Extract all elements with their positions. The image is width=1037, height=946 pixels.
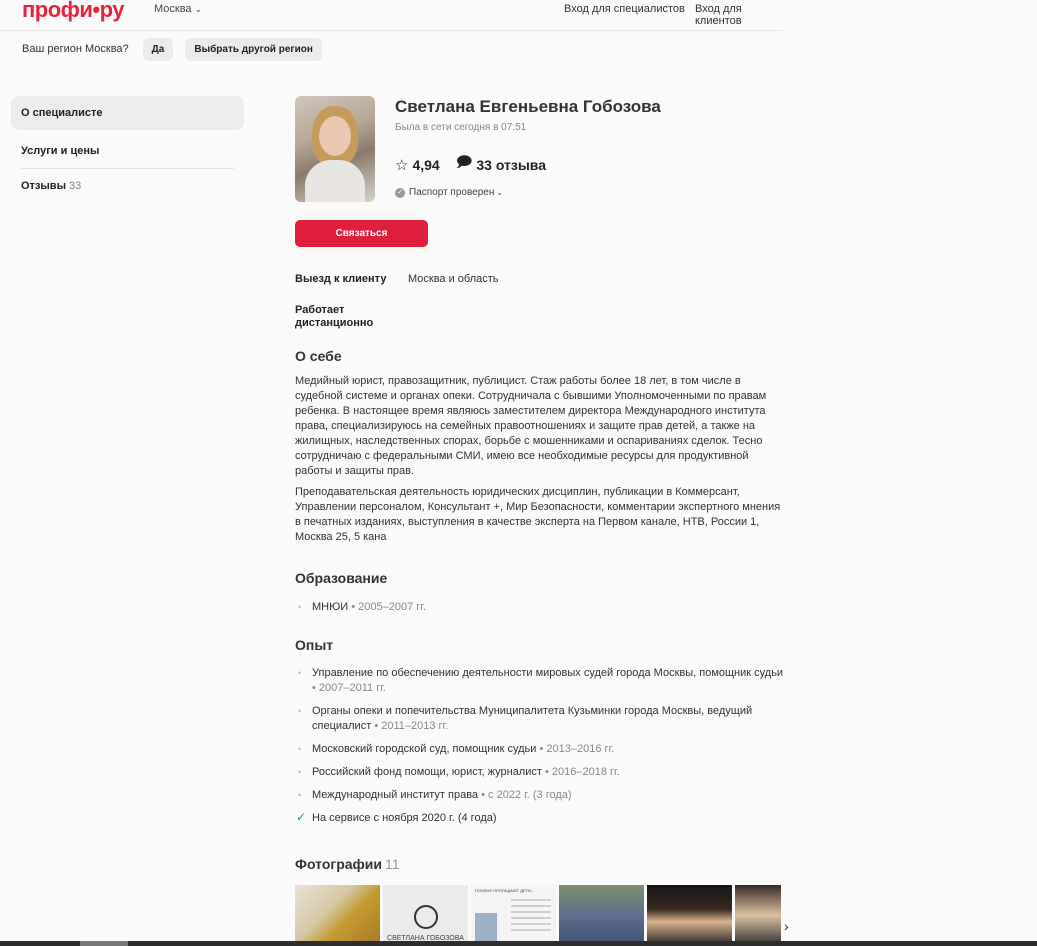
emblem-icon bbox=[414, 905, 438, 929]
check-circle-icon: ✓ bbox=[395, 187, 405, 198]
logo[interactable]: профи•ру bbox=[22, 0, 125, 23]
region-other-button[interactable]: Выбрать другой регион bbox=[185, 37, 322, 61]
checkmark-icon: ✓ bbox=[296, 810, 307, 824]
photo-thumbnail[interactable]: СВЕТЛАНА ГОБОЗОВА bbox=[383, 885, 468, 946]
passport-verified[interactable]: ✓ Паспорт проверен ⌄ bbox=[395, 187, 503, 198]
specialist-name: Светлана Евгеньевна Гобозова bbox=[395, 97, 661, 116]
login-specialists-link[interactable]: Вход для специалистов bbox=[564, 3, 685, 15]
education-title: Образование bbox=[295, 570, 388, 586]
sidebar: О специалисте Услуги и цены Отзывы 33 bbox=[11, 96, 244, 203]
experience-item: • Российский фонд помощи, юрист, журнали… bbox=[298, 766, 620, 778]
education-item: • МНЮИ • 2005–2007 гг. bbox=[298, 601, 426, 613]
experience-item: • Органы опеки и попечительства Муниципа… bbox=[298, 705, 753, 732]
photo-thumbnail[interactable]: ПОЧЕМУ ПРОПАДАЮТ ДЕТИ... bbox=[471, 885, 556, 946]
chevron-down-icon: ⌄ bbox=[194, 4, 203, 14]
city-selector[interactable]: Москва ⌄ bbox=[154, 3, 202, 15]
photo-carousel: СВЕТЛАНА ГОБОЗОВА ПОЧЕМУ ПРОПАДАЮТ ДЕТИ.… bbox=[295, 885, 781, 946]
avatar bbox=[295, 96, 375, 202]
contact-button[interactable]: Связаться bbox=[295, 220, 428, 247]
taskbar-strip bbox=[0, 941, 1037, 946]
region-yes-button[interactable]: Да bbox=[142, 37, 174, 61]
online-status: Была в сети сегодня в 07:51 bbox=[395, 122, 527, 133]
experience-title: Опыт bbox=[295, 637, 334, 653]
reviews-link[interactable]: 33 отзыва bbox=[476, 157, 546, 173]
rating-stats: ☆ 4,94 🗩 33 отзыва bbox=[395, 152, 546, 177]
photo-thumbnail[interactable] bbox=[295, 885, 380, 946]
chevron-right-icon[interactable]: › bbox=[784, 918, 789, 934]
visit-value: Москва и область bbox=[408, 273, 499, 285]
sidebar-item-reviews[interactable]: Отзывы 33 bbox=[11, 169, 244, 203]
about-paragraph-2: Преподавательская деятельность юридическ… bbox=[295, 486, 781, 543]
service-since: ✓ На сервисе с ноября 2020 г. (4 года) bbox=[296, 810, 497, 824]
about-title: О себе bbox=[295, 348, 342, 364]
reviews-count: 33 bbox=[68, 180, 82, 192]
visit-key: Выезд к клиенту bbox=[295, 273, 387, 285]
photo-article-title: ПОЧЕМУ ПРОПАДАЮТ ДЕТИ... bbox=[475, 888, 535, 893]
photo-thumbnail[interactable] bbox=[559, 885, 644, 946]
comment-icon: 🗩 bbox=[455, 154, 473, 171]
sidebar-item-services[interactable]: Услуги и цены bbox=[11, 134, 244, 168]
city-label: Москва bbox=[154, 3, 192, 15]
sidebar-item-about[interactable]: О специалисте bbox=[11, 96, 244, 130]
remote-work-label: Работает дистанционно bbox=[295, 304, 374, 329]
chevron-down-icon: ⌄ bbox=[496, 188, 504, 197]
sidebar-item-label: Отзывы bbox=[21, 180, 66, 192]
photo-thumbnail[interactable] bbox=[735, 885, 781, 946]
header: профи•ру Москва ⌄ Вход для специалистов В… bbox=[0, 0, 783, 31]
passport-label: Паспорт проверен bbox=[409, 187, 495, 198]
photos-title: Фотографии 11 bbox=[295, 856, 400, 872]
region-question: Ваш регион Москва? bbox=[22, 43, 129, 55]
photo-thumbnail[interactable] bbox=[647, 885, 732, 946]
experience-item: • Международный институт права • с 2022 … bbox=[298, 789, 572, 801]
experience-item: • Управление по обеспечению деятельности… bbox=[298, 667, 784, 694]
about-paragraph-1: Медийный юрист, правозащитник, публицист… bbox=[295, 375, 767, 477]
region-bar: Ваш регион Москва? Да Выбрать другой рег… bbox=[22, 36, 334, 62]
star-icon: ☆ bbox=[395, 156, 409, 174]
photos-count: 11 bbox=[385, 856, 400, 872]
experience-item: • Московский городской суд, помощник суд… bbox=[298, 743, 615, 755]
login-clients-link[interactable]: Вход для клиентов bbox=[695, 3, 783, 27]
rating-value: 4,94 bbox=[412, 156, 440, 173]
